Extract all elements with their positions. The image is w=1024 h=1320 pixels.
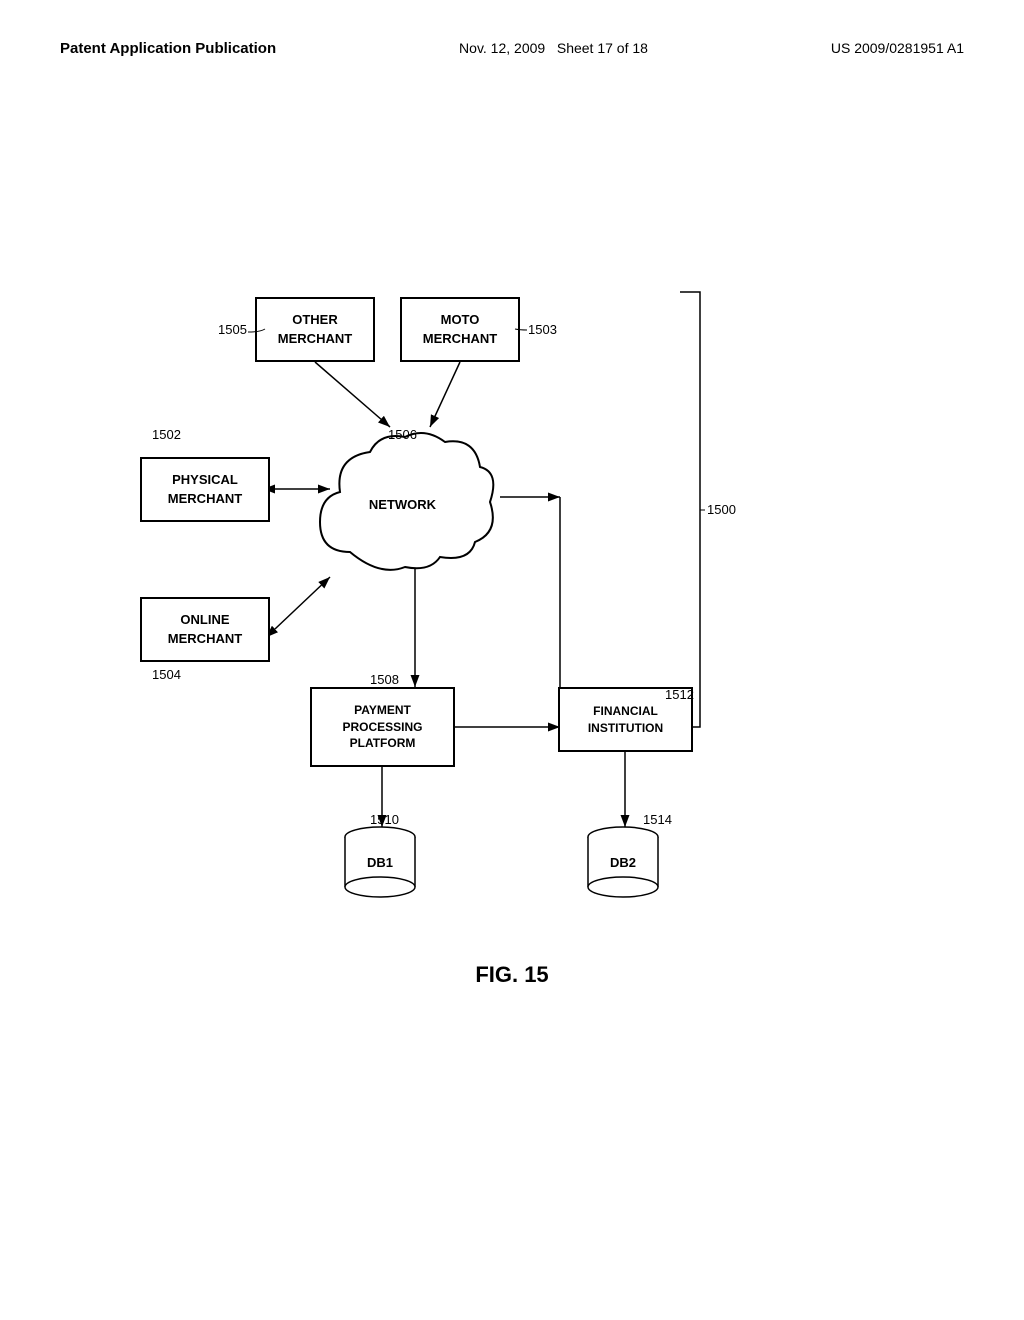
- fig-label: FIG. 15: [0, 962, 1024, 988]
- patent-number: US 2009/0281951 A1: [831, 40, 964, 56]
- label-1503: 1503: [528, 322, 557, 337]
- publication-title: Patent Application Publication: [60, 40, 276, 57]
- label-1514: 1514: [643, 812, 672, 827]
- label-1506: 1506: [388, 427, 417, 442]
- diagram-area: OTHER MERCHANT MOTO MERCHANT PHYSICAL ME…: [0, 67, 1024, 1217]
- label-1505: 1505: [218, 322, 247, 337]
- db1-svg: DB1: [340, 825, 420, 900]
- db1-container: DB1: [340, 822, 420, 902]
- other-merchant-box: OTHER MERCHANT: [255, 297, 375, 362]
- online-merchant-box: ONLINE MERCHANT: [140, 597, 270, 662]
- label-1500: 1500: [707, 502, 736, 517]
- physical-merchant-box: PHYSICAL MERCHANT: [140, 457, 270, 522]
- header-date-sheet: Nov. 12, 2009 Sheet 17 of 18: [459, 40, 648, 56]
- label-1512: 1512: [665, 687, 694, 702]
- payment-platform-box: PAYMENT PROCESSING PLATFORM: [310, 687, 455, 767]
- network-cloud: NETWORK: [310, 422, 495, 577]
- label-1502: 1502: [152, 427, 181, 442]
- label-1510: 1510: [370, 812, 399, 827]
- db2-svg: DB2: [583, 825, 663, 900]
- label-1504: 1504: [152, 667, 181, 682]
- page-header: Patent Application Publication Nov. 12, …: [0, 0, 1024, 57]
- svg-text:DB2: DB2: [610, 855, 636, 870]
- db2-container: DB2: [583, 822, 663, 902]
- label-1508: 1508: [370, 672, 399, 687]
- svg-text:DB1: DB1: [367, 855, 393, 870]
- moto-merchant-box: MOTO MERCHANT: [400, 297, 520, 362]
